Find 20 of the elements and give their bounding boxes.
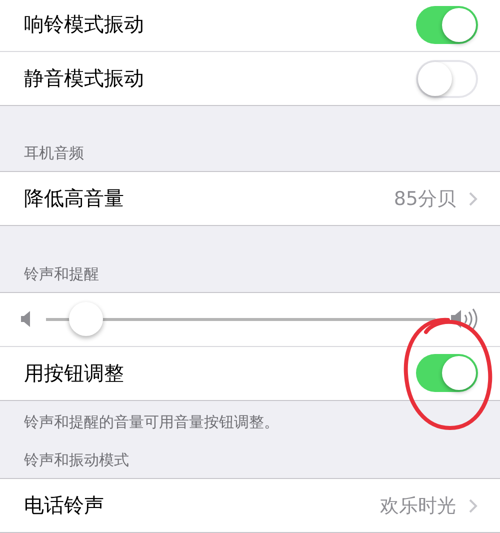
settings-row[interactable]: 电话铃声 欢乐时光: [0, 479, 500, 532]
section-header: 耳机音频: [23, 143, 85, 164]
chevron-icon: [468, 190, 478, 207]
toggle-switch[interactable]: [416, 354, 478, 392]
section-header: 铃声和振动模式: [23, 450, 130, 471]
speaker-loud-icon: [450, 308, 480, 330]
chevron-icon: [468, 498, 478, 514]
section-header: 铃声和提醒: [23, 264, 100, 285]
toggle-switch[interactable]: [416, 6, 478, 44]
toggle-switch[interactable]: [416, 60, 478, 98]
setting-label: 降低高音量: [24, 185, 125, 212]
setting-value: 85分贝: [394, 186, 456, 212]
volume-slider[interactable]: [46, 300, 436, 338]
section-footer: 铃声和提醒的音量可用音量按钮调整。: [0, 400, 500, 444]
setting-label: 静音模式振动: [24, 65, 145, 92]
setting-value: 欢乐时光: [380, 494, 456, 518]
setting-label: 用按钮调整: [24, 360, 125, 387]
settings-row[interactable]: 降低高音量 85分贝: [0, 172, 500, 226]
setting-label: 电话铃声: [24, 492, 105, 519]
setting-label: 响铃模式振动: [24, 11, 145, 38]
